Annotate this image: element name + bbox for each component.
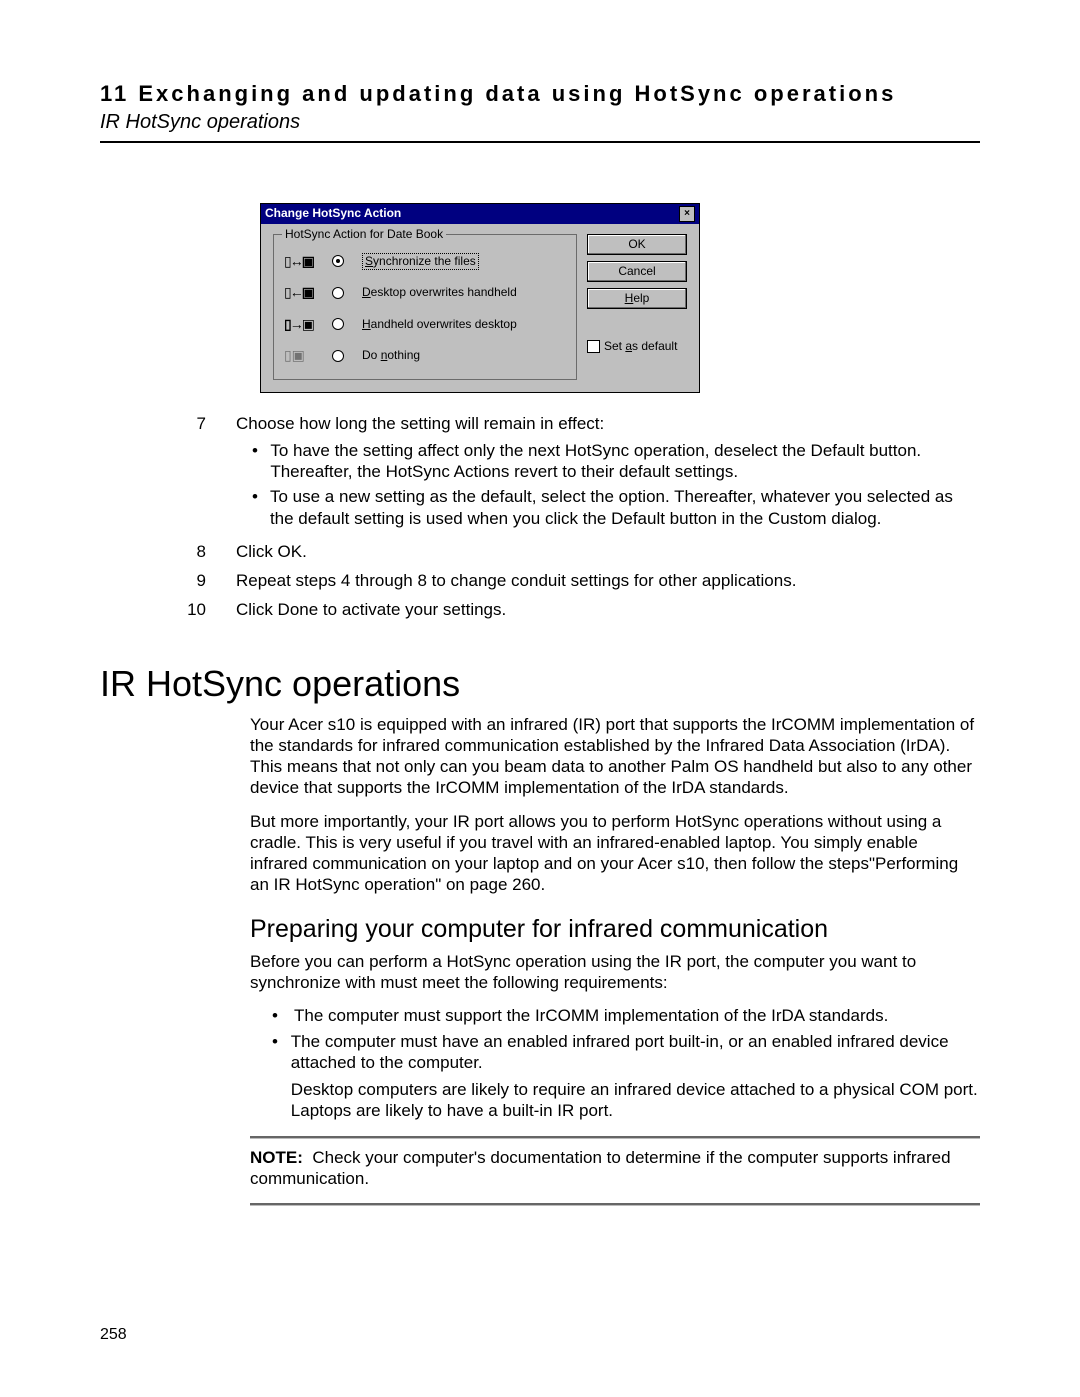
step-7-bullet-2-text: To use a new setting as the default, sel…: [270, 486, 980, 529]
set-default-row[interactable]: Set as default: [587, 339, 687, 354]
note-label: NOTE:: [250, 1148, 303, 1167]
option-handheld-overwrites[interactable]: ▯→▣ Handheld overwrites desktop: [284, 316, 566, 334]
ok-button[interactable]: OK: [587, 234, 687, 255]
radio-desktop-label: Desktop overwrites handheld: [362, 285, 517, 300]
requirements-list: • The computer must support the IrCOMM i…: [272, 1005, 980, 1121]
step-8: 8 Click OK.: [180, 541, 980, 562]
desktop-overwrite-icon: ▯←▣: [284, 284, 318, 302]
step-7-bullet-1-text: To have the setting affect only the next…: [270, 440, 980, 483]
step-8-text: Click OK.: [236, 541, 980, 562]
step-number: 8: [180, 541, 206, 562]
section-title: IR HotSync operations: [100, 110, 980, 135]
cancel-button[interactable]: Cancel: [587, 261, 687, 282]
set-default-label: Set as default: [604, 339, 677, 354]
paragraph-3: Before you can perform a HotSync operati…: [250, 951, 980, 994]
action-fieldset: HotSync Action for Date Book ▯↔▣ SSynchr…: [273, 234, 577, 380]
step-9-text: Repeat steps 4 through 8 to change condu…: [236, 570, 980, 591]
radio-nothing[interactable]: [332, 350, 344, 362]
step-number: 7: [180, 413, 206, 533]
requirement-1: • The computer must support the IrCOMM i…: [272, 1005, 980, 1026]
requirement-2-text: The computer must have an enabled infrar…: [291, 1031, 980, 1122]
radio-sync[interactable]: [332, 255, 344, 267]
paragraph-2: But more importantly, your IR port allow…: [250, 811, 980, 896]
heading-ir-hotsync: IR HotSync operations: [100, 661, 980, 706]
page: 11 Exchanging and updating data using Ho…: [0, 0, 1080, 1397]
dialog-button-column: OK Cancel Help Set as default: [587, 234, 687, 380]
heading-preparing: Preparing your computer for infrared com…: [250, 914, 980, 945]
step-number: 9: [180, 570, 206, 591]
dialog-figure: Change HotSync Action × HotSync Action f…: [260, 203, 700, 393]
requirement-1-text: The computer must support the IrCOMM imp…: [294, 1005, 888, 1026]
bullet-icon: •: [252, 486, 258, 529]
radio-desktop[interactable]: [332, 287, 344, 299]
step-7-bullet-1: • To have the setting affect only the ne…: [252, 440, 980, 483]
option-do-nothing[interactable]: ▯ ▣ Do nothing: [284, 347, 566, 365]
page-number: 258: [100, 1325, 127, 1345]
step-10-text: Click Done to activate your settings.: [236, 599, 980, 620]
paragraph-1: Your Acer s10 is equipped with an infrar…: [250, 714, 980, 799]
bullet-icon: •: [252, 440, 258, 483]
radio-handheld[interactable]: [332, 318, 344, 330]
set-default-checkbox[interactable]: [587, 340, 600, 353]
step-10: 10 Click Done to activate your settings.: [180, 599, 980, 620]
radio-handheld-label: Handheld overwrites desktop: [362, 317, 517, 332]
step-7-bullet-2: • To use a new setting as the default, s…: [252, 486, 980, 529]
header-rule: [100, 141, 980, 143]
step-9: 9 Repeat steps 4 through 8 to change con…: [180, 570, 980, 591]
fieldset-legend: HotSync Action for Date Book: [282, 227, 446, 242]
bullet-icon: •: [272, 1031, 279, 1122]
do-nothing-icon: ▯ ▣: [284, 347, 318, 365]
note-separator: [250, 1136, 980, 1139]
step-7: 7 Choose how long the setting will remai…: [180, 413, 980, 533]
step-list: 7 Choose how long the setting will remai…: [180, 413, 980, 621]
handheld-overwrite-icon: ▯→▣: [284, 316, 318, 334]
chapter-title: 11 Exchanging and updating data using Ho…: [100, 80, 980, 108]
help-button[interactable]: Help: [587, 288, 687, 309]
step-7-text: Choose how long the setting will remain …: [236, 413, 980, 434]
bullet-icon: •: [272, 1005, 282, 1026]
radio-sync-label: SSynchronize the filesynchronize the fil…: [362, 253, 479, 270]
radio-nothing-label: Do nothing: [362, 348, 420, 363]
note-separator-bottom: [250, 1203, 980, 1206]
change-hotsync-dialog: Change HotSync Action × HotSync Action f…: [260, 203, 700, 393]
sync-icon: ▯↔▣: [284, 253, 318, 271]
close-icon[interactable]: ×: [679, 206, 695, 222]
requirement-2: • The computer must have an enabled infr…: [272, 1031, 980, 1122]
option-synchronize[interactable]: ▯↔▣ SSynchronize the filesynchronize the…: [284, 253, 566, 271]
dialog-titlebar: Change HotSync Action ×: [261, 204, 699, 224]
step-number: 10: [180, 599, 206, 620]
note: NOTE: Check your computer's documentatio…: [250, 1147, 980, 1190]
dialog-body: HotSync Action for Date Book ▯↔▣ SSynchr…: [261, 224, 699, 392]
option-desktop-overwrites[interactable]: ▯←▣ Desktop overwrites handheld: [284, 284, 566, 302]
note-text: Check your computer's documentation to d…: [250, 1148, 951, 1188]
dialog-title: Change HotSync Action: [265, 206, 401, 221]
